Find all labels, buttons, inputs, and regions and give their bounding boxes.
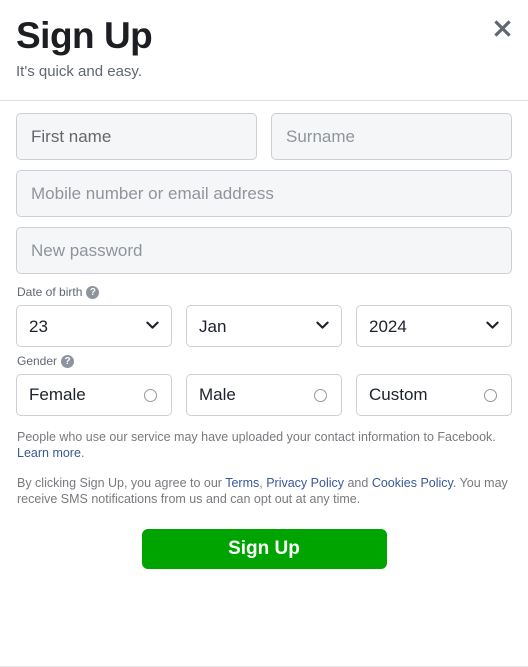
contact-notice-period: . (80, 446, 85, 460)
signup-form: Date of birth ? 23 Jan (0, 101, 528, 569)
name-field-row (16, 113, 512, 160)
submit-row: Sign Up (16, 529, 512, 569)
help-icon[interactable]: ? (61, 354, 75, 368)
close-button[interactable] (485, 11, 519, 45)
gender-option-label: Custom (369, 385, 428, 404)
terms-notice: By clicking Sign Up, you agree to our Te… (17, 475, 512, 507)
gender-option-female[interactable]: Female (16, 374, 172, 416)
cookies-policy-link[interactable]: Cookies Policy (372, 476, 453, 490)
signup-dialog: Sign Up It's quick and easy. Date of bir… (0, 0, 528, 667)
learn-more-link[interactable]: Learn more (17, 446, 81, 460)
birth-day-select[interactable]: 23 (16, 305, 172, 347)
terms-separator-2: and (344, 476, 372, 490)
date-of-birth-label: Date of birth ? (17, 284, 512, 300)
close-icon (492, 18, 513, 39)
gender-label-text: Gender (17, 354, 58, 368)
radio-button-icon[interactable] (144, 388, 157, 402)
gender-label: Gender ? (17, 353, 512, 369)
radio-button-icon[interactable] (484, 388, 497, 402)
birth-month-select[interactable]: Jan (186, 305, 342, 347)
sign-up-button[interactable]: Sign Up (141, 529, 387, 569)
page-subtitle: It's quick and easy. (16, 63, 142, 80)
first-name-input[interactable] (16, 113, 257, 160)
dialog-header: Sign Up It's quick and easy. (0, 0, 528, 101)
birth-year-wrap: 2024 (356, 305, 512, 347)
privacy-policy-link[interactable]: Privacy Policy (266, 476, 344, 490)
date-of-birth-label-text: Date of birth (17, 285, 83, 299)
birth-day-wrap: 23 (16, 305, 172, 347)
contact-input[interactable] (16, 170, 512, 217)
gender-row: Female Male Custom (16, 374, 512, 416)
contact-notice-text: People who use our service may have uplo… (17, 430, 496, 444)
new-password-input[interactable] (16, 227, 512, 274)
page-title: Sign Up (16, 15, 153, 56)
birth-month-wrap: Jan (186, 305, 342, 347)
gender-option-label: Female (29, 385, 86, 404)
gender-option-label: Male (199, 385, 236, 404)
terms-text-before: By clicking Sign Up, you agree to our (17, 476, 226, 490)
date-of-birth-row: 23 Jan 2024 (16, 305, 512, 347)
radio-button-icon[interactable] (314, 388, 327, 402)
gender-option-custom[interactable]: Custom (356, 374, 512, 416)
contact-upload-notice: People who use our service may have uplo… (17, 429, 512, 461)
surname-input[interactable] (271, 113, 512, 160)
gender-option-male[interactable]: Male (186, 374, 342, 416)
birth-year-select[interactable]: 2024 (356, 305, 512, 347)
terms-link[interactable]: Terms (225, 476, 259, 490)
help-icon[interactable]: ? (86, 285, 100, 299)
